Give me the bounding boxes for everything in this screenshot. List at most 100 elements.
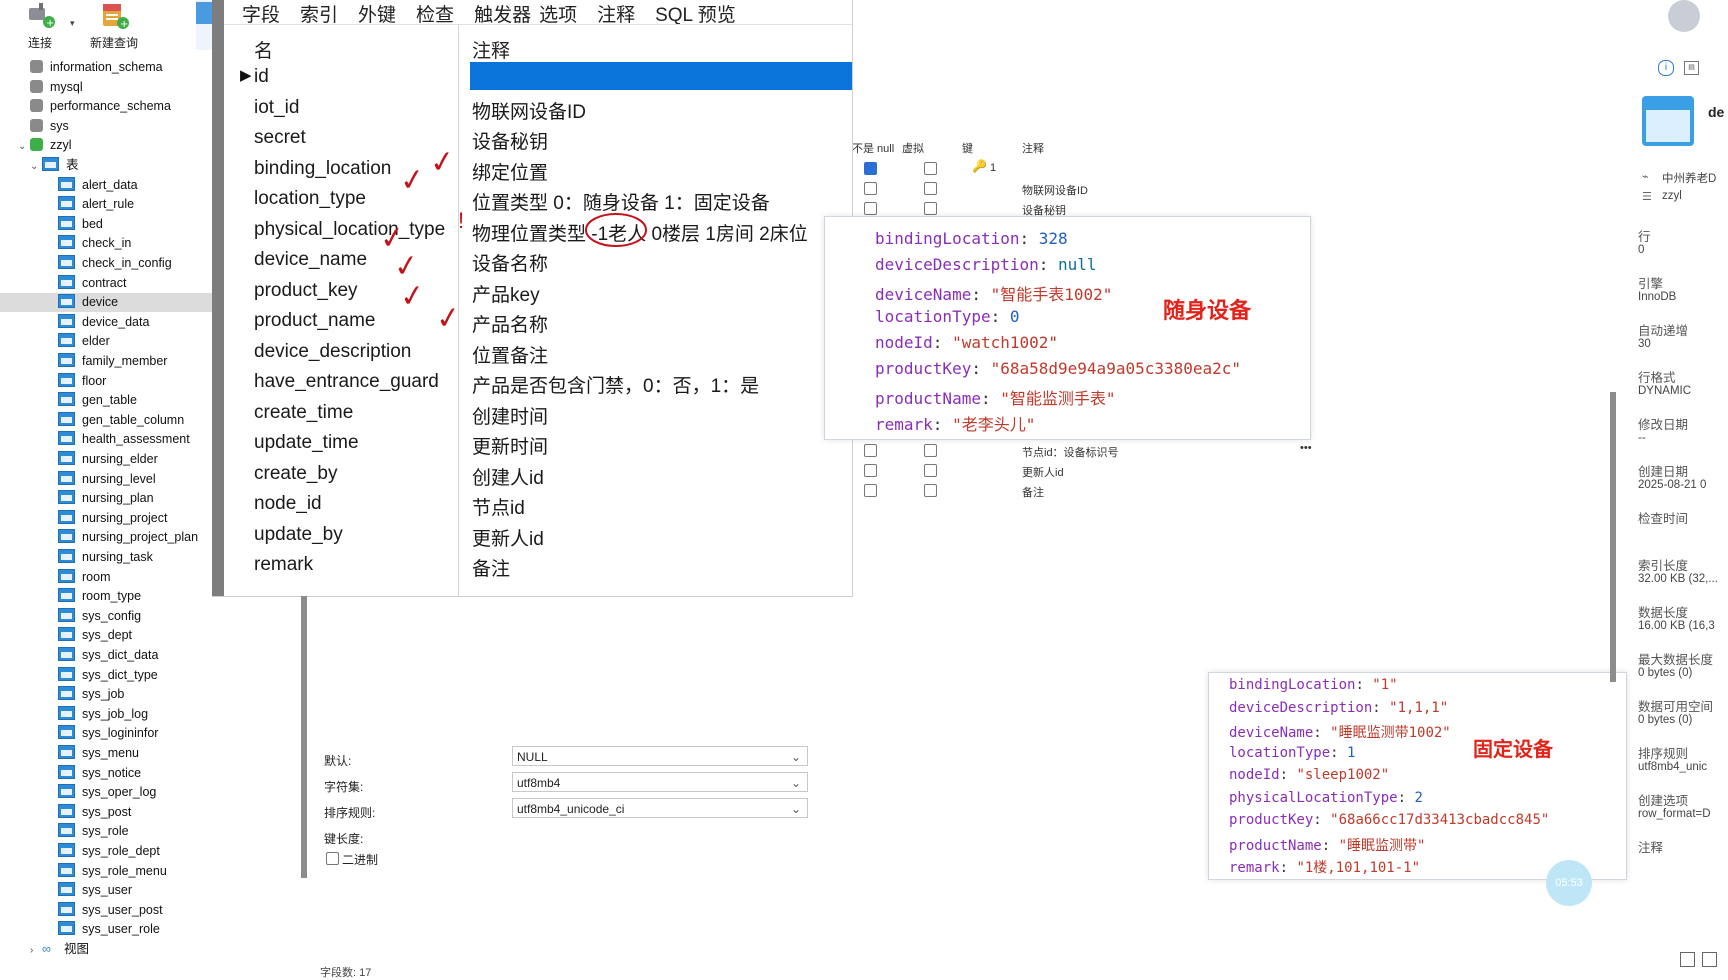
tree-tables-group[interactable]: ⌄ 表 — [0, 156, 242, 175]
virtual-checkbox[interactable] — [924, 444, 937, 457]
field-comment-cell[interactable]: 位置类型 0：随身设备 1：固定设备 — [472, 188, 770, 215]
tree-table-sys-job-log[interactable]: sys_job_log — [0, 705, 270, 724]
virtual-checkbox[interactable] — [924, 182, 937, 195]
selected-comment-cell[interactable] — [470, 62, 852, 90]
charset-select[interactable]: utf8mb4 ⌄ — [512, 772, 808, 792]
not-null-checkbox[interactable] — [864, 162, 877, 175]
field-name-cell[interactable]: product_key — [254, 280, 358, 302]
tab-sql-preview[interactable]: SQL 预览 — [655, 5, 736, 26]
layout-toggle-icon[interactable] — [1702, 952, 1717, 967]
tree-table-sys-post[interactable]: sys_post — [0, 803, 270, 822]
tree-database[interactable]: performance_schema — [0, 97, 230, 116]
field-name-cell[interactable]: create_time — [254, 402, 353, 424]
binary-checkbox[interactable] — [326, 852, 339, 865]
field-name-cell[interactable]: id — [254, 66, 269, 88]
tab-comment[interactable]: 注释 — [597, 5, 635, 26]
layout-toggle-icon[interactable] — [1680, 952, 1695, 967]
connect-dropdown-icon[interactable]: ▾ — [70, 18, 75, 29]
tab-checks[interactable]: 检查 — [416, 5, 454, 26]
tree-views[interactable]: › ∞ 视图 — [0, 940, 242, 959]
field-name-cell[interactable]: update_time — [254, 432, 359, 454]
tree-table-sys-dept[interactable]: sys_dept — [0, 626, 270, 645]
field-name-cell[interactable]: secret — [254, 127, 306, 149]
field-comment-cell[interactable]: 设备秘钥 — [472, 127, 548, 154]
virtual-checkbox[interactable] — [924, 484, 937, 497]
tab-foreign-keys[interactable]: 外键 — [358, 5, 396, 26]
tree-table-sys-dict-type[interactable]: sys_dict_type — [0, 666, 270, 685]
tree-database[interactable]: information_schema — [0, 58, 230, 77]
tree-database[interactable]: sys — [0, 117, 230, 136]
tree-table-sys-role-dept[interactable]: sys_role_dept — [0, 842, 270, 861]
field-name-cell[interactable]: update_by — [254, 524, 343, 546]
tree-table-sys-logininfor[interactable]: sys_logininfor — [0, 724, 270, 743]
field-name-cell[interactable]: node_id — [254, 493, 322, 515]
column-header-name[interactable]: 名 — [254, 36, 273, 63]
tree-table-sys-user-post[interactable]: sys_user_post — [0, 901, 270, 920]
tab-options[interactable]: 选项 — [539, 5, 577, 26]
field-name-cell[interactable]: binding_location — [254, 158, 391, 180]
field-comment-cell[interactable]: 绑定位置 — [472, 158, 548, 185]
toolbar-partial-button[interactable] — [196, 0, 212, 50]
chevron-down-icon[interactable]: ⌄ — [30, 157, 42, 176]
field-comment-cell[interactable]: 创建时间 — [472, 402, 548, 429]
field-name-cell[interactable]: iot_id — [254, 97, 299, 119]
tree-table-sys-user-role[interactable]: sys_user_role — [0, 920, 270, 939]
ddl-icon[interactable]: ▤ — [1684, 61, 1699, 75]
field-name-cell[interactable]: product_name — [254, 310, 375, 332]
field-comment-cell[interactable]: 创建人id — [472, 463, 544, 490]
virtual-checkbox[interactable] — [924, 162, 937, 175]
tree-database[interactable]: ⌄ zzyl — [0, 136, 230, 155]
tree-table-sys-user[interactable]: sys_user — [0, 881, 270, 900]
new-query-button[interactable]: + 新建查询 — [84, 2, 144, 51]
splitter-bar[interactable] — [301, 596, 307, 878]
field-comment-cell[interactable]: 设备名称 — [472, 249, 548, 276]
tab-triggers[interactable]: 触发器 — [474, 5, 531, 26]
virtual-checkbox[interactable] — [924, 202, 937, 215]
field-name-cell[interactable]: device_name — [254, 249, 367, 271]
field-name-cell[interactable]: create_by — [254, 463, 337, 485]
timer-badge[interactable]: 05:53 — [1546, 860, 1592, 906]
tree-table-sys-config[interactable]: sys_config — [0, 607, 270, 626]
field-comment-cell[interactable]: 物联网设备ID — [472, 97, 586, 124]
field-name-cell[interactable]: device_description — [254, 341, 411, 363]
field-comment-cell[interactable]: 产品是否包含门禁，0：否，1：是 — [472, 371, 759, 398]
field-comment-cell[interactable]: 节点id — [472, 493, 525, 520]
json-line: remark: "老李头儿" — [875, 415, 1036, 434]
tree-table-sys-dict-data[interactable]: sys_dict_data — [0, 646, 270, 665]
virtual-checkbox[interactable] — [924, 464, 937, 477]
default-select[interactable]: NULL ⌄ — [512, 746, 808, 766]
more-icon[interactable]: ••• — [1300, 442, 1312, 454]
tree-table-sys-oper-log[interactable]: sys_oper_log — [0, 783, 270, 802]
field-comment-cell[interactable]: 更新人id — [472, 524, 544, 551]
info-icon[interactable]: i — [1658, 60, 1674, 76]
field-comment-cell[interactable]: 位置备注 — [472, 341, 548, 368]
tree-table-sys-role[interactable]: sys_role — [0, 822, 270, 841]
field-comment-cell[interactable]: 产品名称 — [472, 310, 548, 337]
tree-table-sys-notice[interactable]: sys_notice — [0, 764, 270, 783]
collation-select[interactable]: utf8mb4_unicode_ci ⌄ — [512, 798, 808, 818]
field-name-cell[interactable]: physical_location_type — [254, 219, 445, 241]
tree-database[interactable]: mysql — [0, 78, 230, 97]
field-comment-cell[interactable]: 备注 — [472, 554, 510, 581]
scrollbar[interactable] — [1610, 392, 1616, 682]
tree-table-sys-role-menu[interactable]: sys_role_menu — [0, 862, 270, 881]
chevron-down-icon[interactable]: ⌄ — [18, 137, 30, 156]
not-null-checkbox[interactable] — [864, 464, 877, 477]
tab-indexes[interactable]: 索引 — [300, 5, 338, 26]
not-null-checkbox[interactable] — [864, 444, 877, 457]
tree-table-sys-job[interactable]: sys_job — [0, 685, 270, 704]
field-name-cell[interactable]: remark — [254, 554, 313, 576]
avatar[interactable] — [1668, 0, 1700, 32]
not-null-checkbox[interactable] — [864, 182, 877, 195]
chevron-right-icon[interactable]: › — [30, 941, 42, 960]
not-null-checkbox[interactable] — [864, 484, 877, 497]
not-null-checkbox[interactable] — [864, 202, 877, 215]
column-header-comment[interactable]: 注释 — [472, 36, 510, 63]
field-name-cell[interactable]: location_type — [254, 188, 366, 210]
tab-fields[interactable]: 字段 — [242, 5, 280, 26]
field-name-cell[interactable]: have_entrance_guard — [254, 371, 439, 393]
field-comment-cell[interactable]: 更新时间 — [472, 432, 548, 459]
tree-table-sys-menu[interactable]: sys_menu — [0, 744, 270, 763]
connect-button[interactable]: + 连接 — [20, 2, 60, 51]
field-comment-cell[interactable]: 产品key — [472, 280, 540, 307]
